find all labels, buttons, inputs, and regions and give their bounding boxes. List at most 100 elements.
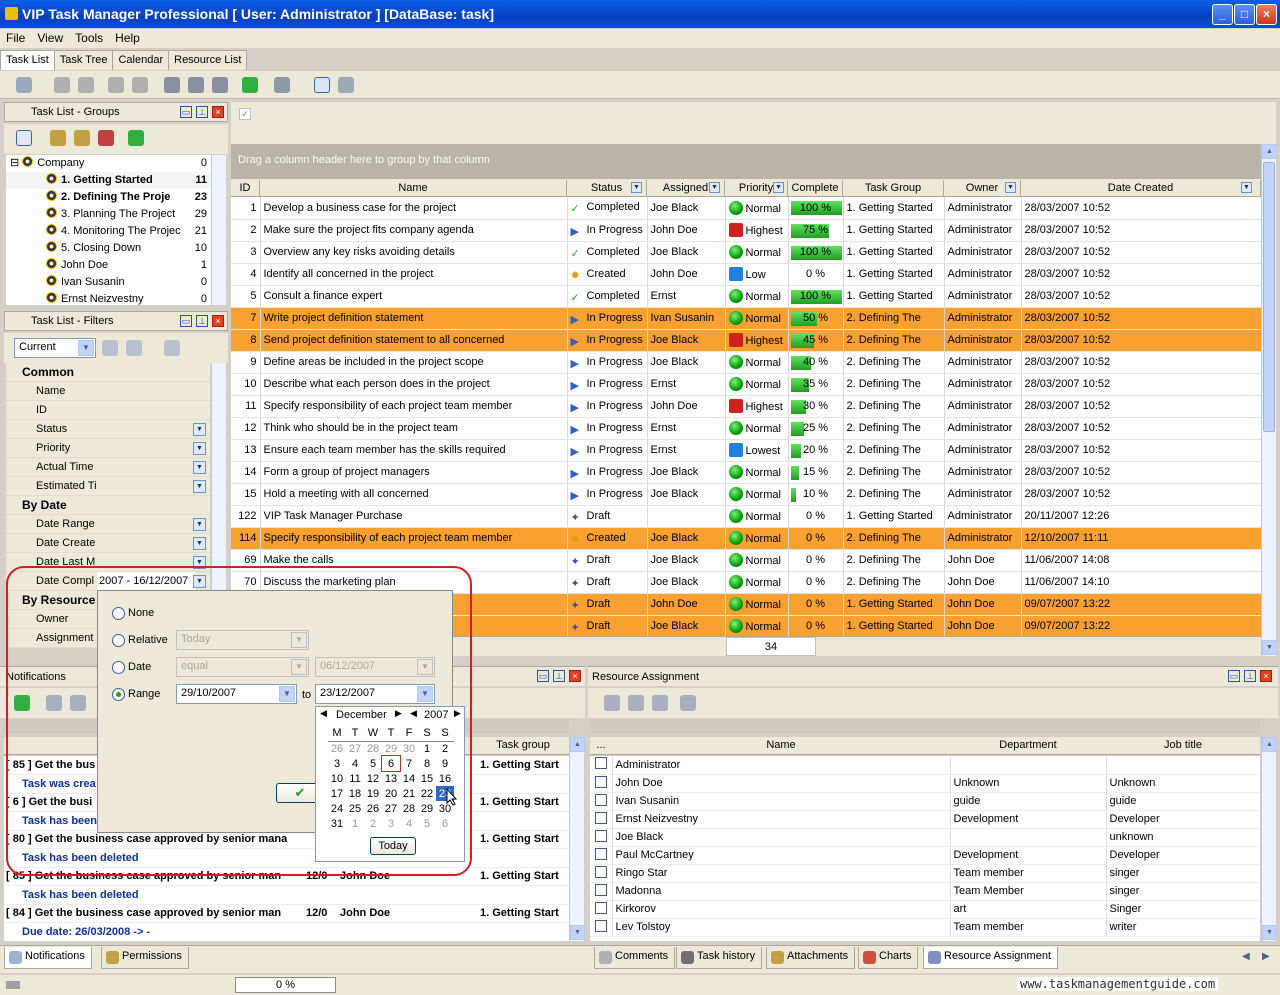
col-name[interactable]: Name [612, 739, 950, 751]
minimize-button[interactable]: _ [1212, 4, 1233, 25]
clear-filter-icon[interactable] [164, 340, 180, 356]
filter-estimated-time[interactable]: Estimated Ti ▼ [6, 477, 210, 496]
grid-scrollbar[interactable]: ▲ ▼ [1261, 144, 1277, 656]
assign-icon[interactable] [604, 695, 620, 711]
col-status[interactable]: Status ▼ [567, 180, 647, 196]
chevron-down-icon[interactable]: ▼ [193, 480, 206, 493]
task-row[interactable]: 4 Identify all concerned in the project ✹ C… [231, 263, 1261, 286]
task-row[interactable]: 11 Specify responsibility of each project… [231, 395, 1261, 418]
col-job-title[interactable]: Job title [1106, 739, 1260, 751]
panel-pin-icon[interactable]: ⊥ [1244, 670, 1256, 682]
filter-options-icon[interactable] [126, 340, 142, 356]
chevron-down-icon[interactable]: ▼ [193, 518, 206, 531]
chevron-down-icon[interactable]: ▼ [193, 423, 206, 436]
chevron-down-icon[interactable]: ▼ [631, 182, 642, 193]
col-date-created[interactable]: Date Created ▼ [1021, 180, 1261, 196]
groups-scrollbar[interactable] [211, 155, 226, 305]
chevron-down-icon[interactable]: ▼ [1005, 182, 1016, 193]
panel-close-icon[interactable]: × [212, 106, 224, 118]
new-task-icon[interactable] [16, 77, 32, 93]
fit-columns-icon[interactable] [314, 77, 330, 93]
scroll-down-icon[interactable]: ▼ [1262, 925, 1277, 940]
notification-detail[interactable]: Task has been deleted [4, 885, 569, 905]
task-row[interactable]: 15 Hold a meeting with all concerned ▶ In P… [231, 483, 1261, 506]
resource-row[interactable]: Kirkorov art Singer [590, 900, 1260, 919]
add-group-icon[interactable] [50, 130, 66, 146]
assign-checkbox[interactable] [594, 901, 607, 914]
panel-close-icon[interactable]: × [1260, 670, 1272, 682]
filter-id[interactable]: ID [6, 401, 210, 420]
section-by-date[interactable]: By Date [6, 496, 210, 515]
resource-row[interactable]: Paul McCartney Development Developer [590, 846, 1260, 865]
filter-preset-select[interactable]: Current ▼ [14, 338, 96, 358]
chevron-down-icon[interactable]: ▼ [1241, 182, 1252, 193]
assign-checkbox[interactable] [594, 757, 607, 770]
notification-row[interactable]: [ 84 ] Get the business case approved by… [4, 904, 569, 923]
col-priority[interactable]: Priority ▼ [725, 180, 788, 196]
task-row[interactable]: 12 Think who should be in the project tea… [231, 417, 1261, 440]
edit-group-icon[interactable] [74, 130, 90, 146]
task-row[interactable]: 2 Make sure the project fits company agen… [231, 219, 1261, 242]
tree-item[interactable]: 4. Monitoring The Projec 21 [6, 223, 211, 240]
delete-icon[interactable] [132, 77, 148, 93]
task-row[interactable]: 10 Describe what each person does in the … [231, 373, 1261, 396]
menu-help[interactable]: Help [109, 29, 146, 47]
resource-row[interactable]: Administrator [590, 756, 1260, 775]
scroll-down-icon[interactable]: ▼ [1262, 640, 1277, 655]
panel-pin-icon[interactable]: ⊥ [196, 106, 208, 118]
tab-task-history[interactable]: Task history [676, 947, 763, 969]
tree-item[interactable]: 2. Defining The Proje 23 [6, 189, 211, 206]
close-button[interactable]: × [1256, 4, 1277, 25]
col-owner[interactable]: Owner ▼ [944, 180, 1021, 196]
maximize-button[interactable]: □ [1234, 4, 1255, 25]
task-row[interactable]: 14 Form a group of project managers ▶ In Pr… [231, 461, 1261, 484]
task-row[interactable]: 13 Ensure each team member has the skills… [231, 439, 1261, 462]
tree-item[interactable]: Ernst Neizvestny 0 [6, 291, 211, 305]
tab-calendar[interactable]: Calendar [112, 50, 170, 70]
chevron-down-icon[interactable]: ▼ [193, 537, 206, 550]
tab-task-list[interactable]: Task List [0, 50, 55, 70]
scroll-up-icon[interactable]: ▲ [570, 737, 585, 752]
task-row[interactable]: 7 Write project definition statement ▶ In P… [231, 307, 1261, 330]
collapse-icon[interactable]: ⊟ [10, 157, 19, 169]
edit-icon[interactable] [108, 77, 124, 93]
filter-icon[interactable] [16, 130, 32, 146]
columns-icon[interactable] [338, 77, 354, 93]
tree-item[interactable]: 5. Closing Down 10 [6, 240, 211, 257]
scroll-thumb[interactable] [1263, 162, 1275, 432]
filter-date-created[interactable]: Date Create ▼ [6, 534, 210, 553]
tree-item[interactable]: Ivan Susanin 0 [6, 274, 211, 291]
tree-item[interactable]: 3. Planning The Project 29 [6, 206, 211, 223]
tab-notifications[interactable]: Notifications [4, 947, 92, 969]
col-department[interactable]: Department [950, 739, 1106, 751]
notification-detail[interactable]: Due date: 26/03/2008 -> - [4, 922, 569, 941]
paste-icon[interactable] [78, 77, 94, 93]
section-common[interactable]: Common [6, 363, 210, 382]
notifications-scrollbar[interactable]: ▲ ▼ [569, 737, 585, 941]
menu-file[interactable]: File [0, 29, 31, 47]
assign-checkbox[interactable] [594, 811, 607, 824]
filter-priority[interactable]: Priority ▼ [6, 439, 210, 458]
resource-row[interactable]: Ernst Neizvestny Development Developer [590, 810, 1260, 829]
task-row[interactable]: 1 Develop a business case for the project… [231, 197, 1261, 220]
filter-status[interactable]: Status ▼ [6, 420, 210, 439]
resource-row[interactable]: Ringo Star Team member singer [590, 864, 1260, 883]
assign-checkbox[interactable] [594, 883, 607, 896]
columns-icon[interactable] [680, 695, 696, 711]
scroll-up-icon[interactable]: ▲ [1262, 737, 1277, 752]
col-id[interactable]: ID [231, 180, 260, 196]
col-name[interactable]: Name [260, 180, 567, 196]
tab-charts[interactable]: Charts [858, 947, 919, 969]
col-task-group[interactable]: Task Group [843, 180, 944, 196]
panel-restore-icon[interactable]: ▭ [180, 315, 192, 327]
filter-actual-time[interactable]: Actual Time ▼ [6, 458, 210, 477]
refresh-groups-icon[interactable] [128, 130, 144, 146]
filter-date-range[interactable]: Date Range ▼ [6, 515, 210, 534]
chevron-down-icon[interactable]: ▼ [193, 442, 206, 455]
delete-group-icon[interactable] [98, 130, 114, 146]
task-row[interactable]: 8 Send project definition statement to al… [231, 329, 1261, 352]
tree-item[interactable]: John Doe 1 [6, 257, 211, 274]
col-task-group[interactable]: Task group [478, 739, 568, 751]
copy-icon[interactable] [54, 77, 70, 93]
scroll-up-icon[interactable]: ▲ [1262, 144, 1277, 159]
